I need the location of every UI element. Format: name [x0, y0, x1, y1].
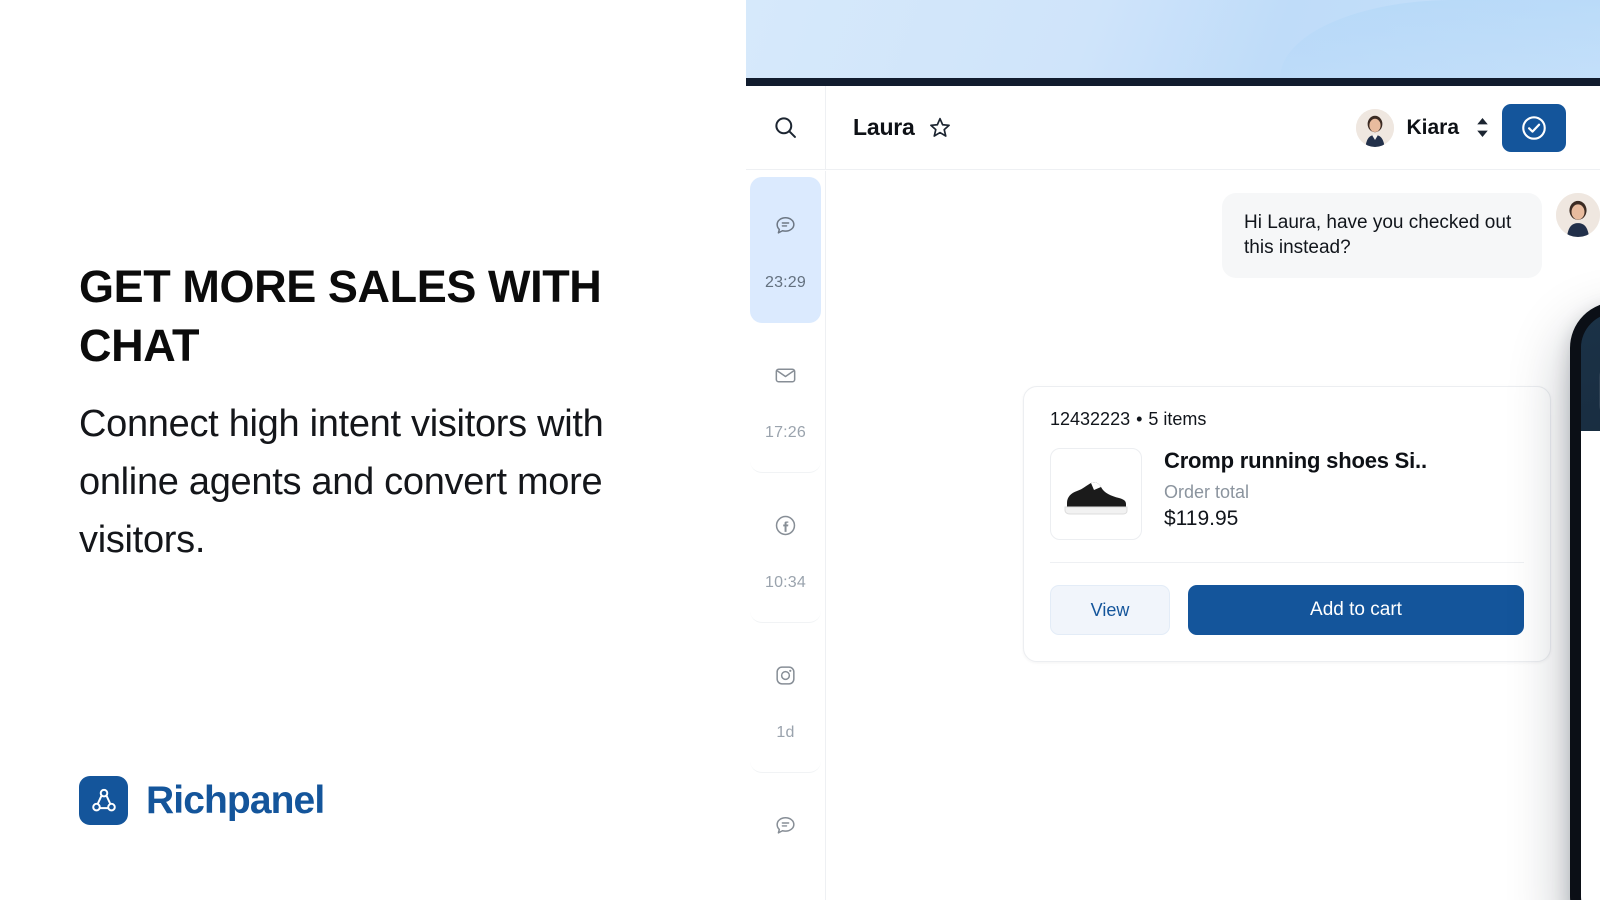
list-item[interactable]: 23:29 [750, 177, 821, 323]
add-to-cart-button[interactable]: Add to cart [1188, 585, 1524, 635]
order-meta: 12432223 • 5 items [1050, 409, 1524, 430]
app-preview-panel: Laura Kiara 23:29 17:26 10:34 1d Hi Laur… [746, 0, 1600, 900]
list-item-time: 17:26 [764, 424, 807, 441]
order-card-actions: View Add to cart [1050, 585, 1524, 635]
order-product-info: Cromp running shoes Si.. Order total $11… [1164, 448, 1427, 531]
phone-chat-body: Hi Laura, have you checked out this inst… [1581, 431, 1600, 900]
app-window: Laura Kiara 23:29 17:26 10:34 1d Hi Laur… [746, 85, 1600, 900]
list-item-time: 23:29 [764, 274, 807, 291]
facebook-icon [773, 513, 798, 538]
running-shoe-icon [1050, 448, 1142, 540]
phone-chat-header: Kiara [1581, 313, 1600, 431]
order-total-label: Order total [1164, 482, 1250, 502]
list-item[interactable]: 1d [750, 627, 821, 773]
list-item[interactable]: 17:26 [750, 327, 821, 473]
app-window-titlebar [746, 78, 1600, 86]
list-item-time: 10:34 [764, 574, 807, 591]
marketing-panel: Get more sales with chat Connect high in… [0, 0, 746, 900]
assigned-agent-selector[interactable]: Kiara [1356, 108, 1502, 147]
conversation-list[interactable]: 23:29 17:26 10:34 1d [746, 171, 826, 900]
chat-bubble-icon [773, 213, 798, 238]
product-title: Cromp running shoes Si.. [1164, 448, 1427, 473]
order-card: 12432223 • 5 items Cromp running shoes Si.… [1023, 386, 1551, 662]
app-header: Laura Kiara [746, 85, 1600, 170]
avatar [1356, 108, 1395, 147]
order-number: 12432223 [1050, 409, 1131, 429]
order-total-value: $119.95 [1164, 507, 1239, 530]
agent-name: Kiara [1406, 115, 1459, 139]
brand-logo: Richpanel [79, 776, 325, 825]
view-button[interactable]: View [1050, 585, 1170, 635]
conversation-title: Laura [853, 114, 915, 140]
screenshot-root: Get more sales with chat Connect high in… [0, 0, 1600, 900]
brand-name: Richpanel [146, 778, 325, 822]
list-item[interactable] [750, 777, 821, 900]
instagram-icon [773, 663, 798, 688]
agent-message-bubble: Hi Laura, have you checked out this inst… [1222, 193, 1542, 279]
phone-mockup: Kiara Hi Laura, have you checked out thi… [1570, 302, 1600, 900]
conversation-title-group: Laura [826, 114, 953, 141]
search-icon [772, 114, 799, 141]
order-item-count: 5 items [1148, 409, 1207, 429]
divider [1050, 562, 1524, 563]
order-card-body: Cromp running shoes Si.. Order total $11… [1050, 448, 1524, 540]
chat-bubble-icon [773, 813, 798, 838]
page-subtitle: Connect high intent visitors with online… [79, 403, 604, 561]
conversation-thread: Hi Laura, have you checked out this inst… [827, 171, 1600, 900]
list-item-time: 1d [776, 724, 795, 741]
search-button[interactable] [746, 85, 826, 170]
richpanel-network-logo-icon [79, 776, 128, 825]
envelope-icon [773, 363, 798, 388]
star-outline-icon[interactable] [927, 115, 953, 141]
resolve-conversation-button[interactable] [1502, 103, 1566, 152]
order-meta-separator: • [1136, 409, 1143, 429]
avatar [1556, 193, 1600, 237]
check-circle-icon [1520, 114, 1548, 142]
page-title: Get more sales with chat [79, 261, 602, 371]
agent-message-row: Hi Laura, have you checked out this inst… [827, 193, 1600, 279]
list-item[interactable]: 10:34 [750, 477, 821, 623]
up-down-chevron-icon[interactable] [1471, 117, 1494, 138]
background-gradient [746, 0, 1600, 78]
